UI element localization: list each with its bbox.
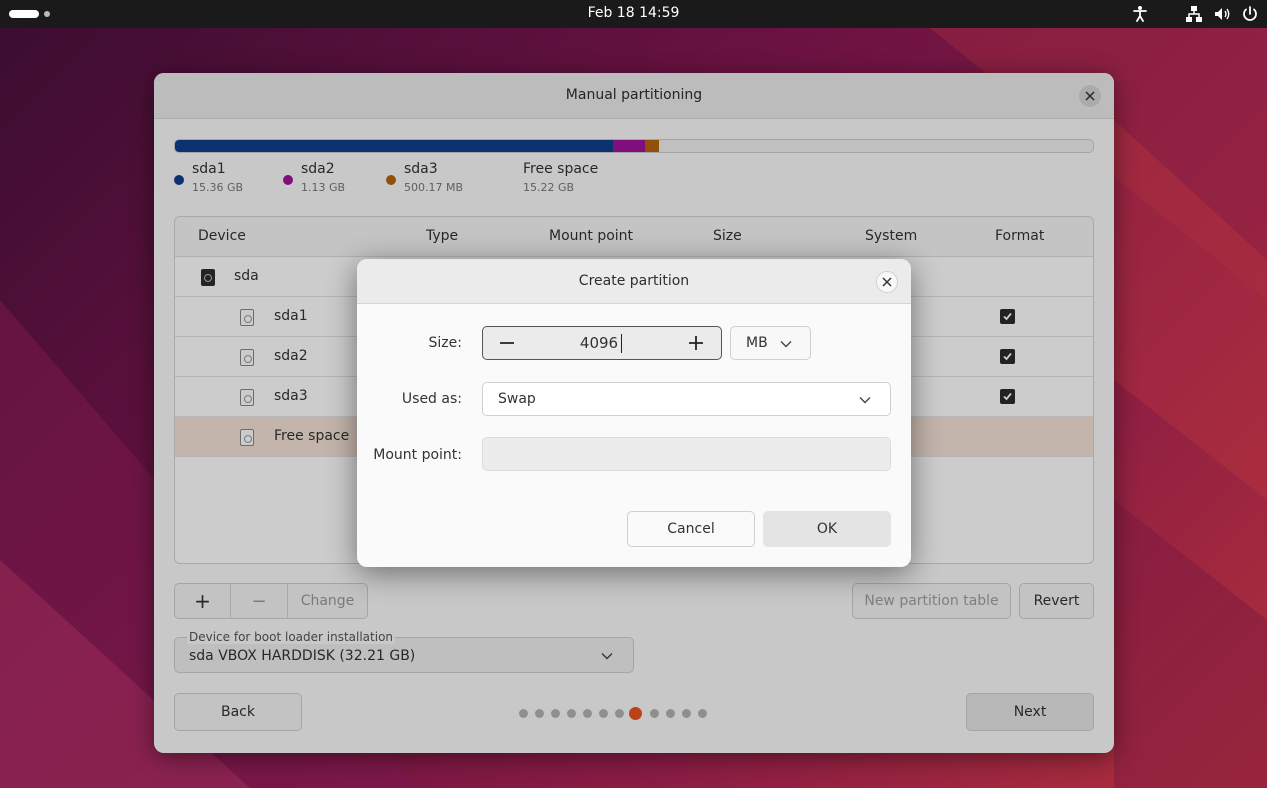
accessibility-icon[interactable]	[1130, 4, 1150, 24]
chevron-down-icon	[859, 397, 871, 404]
dialog-header: Create partition	[357, 259, 911, 304]
size-label: Size:	[428, 335, 462, 351]
create-partition-dialog: Create partition Size: 4096 MB Used as: …	[357, 259, 911, 567]
size-input[interactable]: 4096	[523, 334, 675, 352]
plus-icon[interactable]	[688, 335, 704, 351]
chevron-down-icon	[780, 341, 792, 348]
mount-point-field[interactable]	[482, 437, 891, 471]
clock[interactable]: Feb 18 14:59	[0, 5, 1267, 21]
volume-icon[interactable]	[1212, 4, 1232, 24]
close-icon	[882, 277, 892, 287]
dialog-title: Create partition	[578, 273, 690, 289]
cancel-button[interactable]: Cancel	[627, 511, 755, 547]
mount-point-label: Mount point:	[373, 447, 462, 463]
size-spinbutton[interactable]: 4096	[482, 326, 722, 360]
power-icon[interactable]	[1240, 4, 1260, 24]
size-unit-select[interactable]: MB	[730, 326, 811, 360]
ok-button[interactable]: OK	[763, 511, 891, 547]
used-as-value: Swap	[498, 391, 536, 407]
used-as-select[interactable]: Swap	[482, 382, 891, 416]
network-icon[interactable]	[1184, 4, 1204, 24]
minus-icon[interactable]	[499, 335, 515, 351]
size-unit-value: MB	[746, 335, 768, 351]
used-as-label: Used as:	[401, 391, 462, 407]
top-bar: Feb 18 14:59	[0, 0, 1267, 28]
text-cursor	[621, 334, 622, 353]
dialog-close-button[interactable]	[876, 271, 898, 293]
